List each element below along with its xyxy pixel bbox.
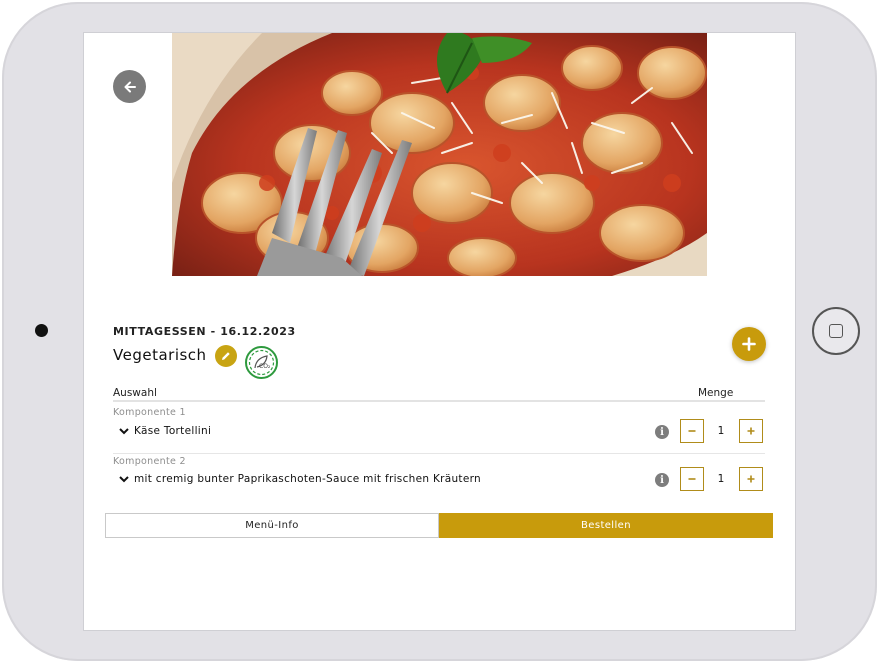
order-button[interactable]: Bestellen [439, 513, 773, 538]
header-divider [113, 400, 765, 402]
plus-icon [747, 427, 755, 435]
increase-quantity-button[interactable] [739, 467, 763, 491]
co2-leaf-icon: CO₂ [245, 346, 278, 379]
co2-badge[interactable]: CO₂ [245, 346, 278, 379]
edit-button[interactable] [215, 345, 237, 367]
meal-name: Vegetarisch [113, 346, 207, 364]
info-icon[interactable]: i [655, 425, 669, 439]
component-item: Käse Tortellini [134, 425, 212, 437]
svg-text:CO₂: CO₂ [259, 363, 271, 370]
tortellini-image [172, 33, 707, 276]
component-row: mit cremig bunter Paprikaschoten-Sauce m… [113, 467, 765, 493]
quantity-value: 1 [717, 473, 725, 485]
arrow-left-icon [124, 81, 136, 92]
increase-quantity-button[interactable] [739, 419, 763, 443]
add-meal-button[interactable] [732, 327, 766, 361]
pencil-icon [222, 352, 230, 360]
meal-photo [172, 33, 707, 276]
meal-category-date: MITTAGESSEN - 16.12.2023 [113, 325, 296, 338]
component-label: Komponente 1 [113, 407, 186, 418]
tab-menu-info[interactable]: Menü-Info [105, 513, 439, 538]
home-button[interactable] [812, 307, 860, 355]
info-icon[interactable]: i [655, 473, 669, 487]
plus-icon [742, 337, 756, 351]
chevron-down-icon[interactable] [119, 475, 129, 483]
minus-icon [688, 478, 696, 480]
bottom-tabs: Menü-Info Bestellen [105, 513, 773, 538]
quantity-value: 1 [717, 425, 725, 437]
home-square-icon [829, 324, 843, 338]
plus-icon [747, 475, 755, 483]
decrease-quantity-button[interactable] [680, 419, 704, 443]
minus-icon [688, 430, 696, 432]
camera-icon [35, 324, 48, 337]
back-button[interactable] [113, 70, 146, 103]
column-header-selection: Auswahl [113, 387, 157, 399]
component-item: mit cremig bunter Paprikaschoten-Sauce m… [134, 473, 482, 485]
chevron-down-icon[interactable] [119, 427, 129, 435]
component-label: Komponente 2 [113, 456, 186, 467]
component-row: Käse Tortellini i 1 [113, 419, 765, 445]
decrease-quantity-button[interactable] [680, 467, 704, 491]
column-header-quantity: Menge [698, 387, 734, 399]
tablet-device-frame: MITTAGESSEN - 16.12.2023 Vegetarisch CO₂… [0, 0, 879, 663]
app-screen: MITTAGESSEN - 16.12.2023 Vegetarisch CO₂… [84, 33, 795, 630]
row-divider [113, 453, 765, 454]
